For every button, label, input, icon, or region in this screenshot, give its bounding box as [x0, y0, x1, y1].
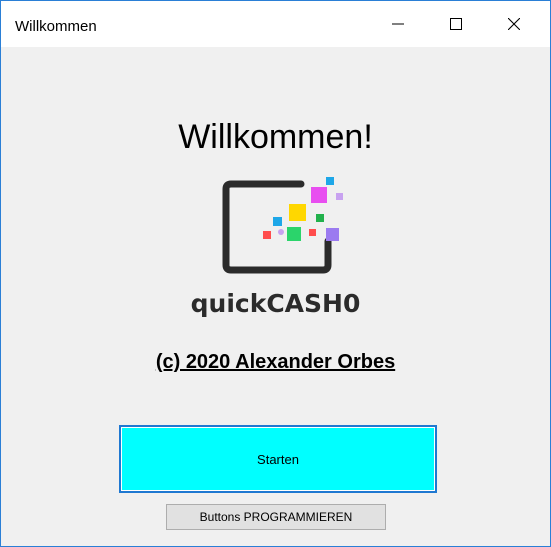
minimize-icon [392, 23, 404, 25]
quickcash-logo-icon [222, 177, 343, 274]
maximize-icon [450, 18, 462, 30]
client-area: Willkommen! quickCASH0 (c) 2020 Alexande… [1, 47, 550, 535]
welcome-heading: Willkommen! [178, 118, 373, 156]
window-title: Willkommen [15, 18, 97, 35]
program-buttons-button[interactable]: Buttons PROGRAMMIEREN [166, 504, 386, 530]
close-icon [508, 18, 520, 30]
close-button[interactable] [485, 1, 543, 47]
maximize-button[interactable] [427, 1, 485, 47]
brand-name: quickCASH0 [190, 289, 361, 318]
title-bar[interactable]: Willkommen [1, 1, 550, 47]
minimize-button[interactable] [369, 1, 427, 47]
app-window: Willkommen Willkommen! quickCASH0 (c) 20… [0, 0, 551, 547]
copyright-text: (c) 2020 Alexander Orbes [155, 351, 396, 373]
start-button[interactable]: Starten [119, 425, 437, 493]
